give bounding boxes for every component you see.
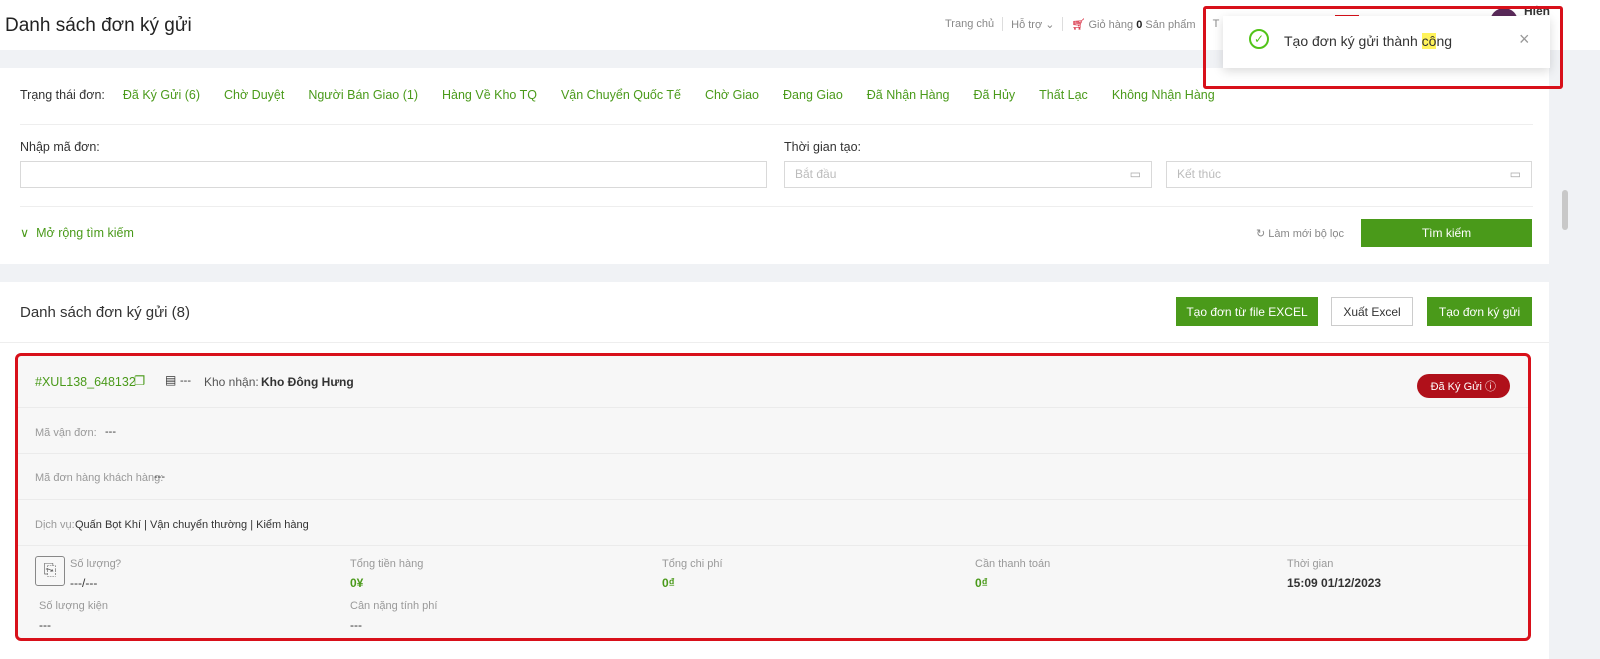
end-date-input[interactable]: Kết thúc ▭: [1166, 161, 1532, 188]
customer-code-row: Mã đơn hàng khách hàng: ---: [18, 454, 1528, 500]
chevron-down-icon: ⌄: [1045, 18, 1055, 31]
divider: [0, 342, 1549, 343]
cart-label: Giỏ hàng: [1088, 18, 1134, 31]
chevron-down-icon: ∨: [20, 226, 30, 240]
filter-panel: Trạng thái đơn: Đã Ký Gửi (6) Chờ Duyệt …: [0, 68, 1549, 264]
waybill-label: Mã vận đơn:: [35, 427, 97, 439]
packages-value: ---: [39, 618, 51, 632]
weight-label: Cân nặng tính phí: [350, 600, 438, 612]
calendar-icon: ▭: [1509, 167, 1521, 181]
order-header-row: #XUL138_648132 ❐ ▤ --- Kho nhận: Kho Đôn…: [18, 356, 1528, 408]
store-icon: ▤: [165, 373, 177, 387]
to-pay-label: Cần thanh toán: [975, 558, 1051, 570]
info-icon: ⓘ: [1485, 381, 1496, 393]
store-value: ---: [180, 375, 191, 387]
service-row: Dịch vụ: Quấn Bọt Khí | Vận chuyển thườn…: [18, 500, 1528, 546]
to-pay-value: 0₫: [975, 576, 988, 590]
time-value: 15:09 01/12/2023: [1287, 576, 1382, 590]
end-date-placeholder: Kết thúc: [1177, 167, 1222, 181]
code-label: Nhập mã đơn:: [20, 140, 100, 154]
nav-support[interactable]: Hỗ trợ ⌄: [1011, 18, 1054, 31]
time-label: Thời gian tạo:: [784, 140, 861, 154]
top-nav: Trang chủ Hỗ trợ ⌄ 🛒︎ Giỏ hàng 0 Sản phẩ…: [945, 17, 1219, 31]
create-order-button[interactable]: Tạo đơn ký gửi: [1427, 297, 1532, 326]
toast-highlight-frame: [1203, 6, 1563, 89]
tab-da-nhan-hang[interactable]: Đã Nhận Hàng: [867, 88, 950, 102]
order-card[interactable]: #XUL138_648132 ❐ ▤ --- Kho nhận: Kho Đôn…: [15, 353, 1531, 641]
order-list-panel: Danh sách đơn ký gửi (8) Tạo đơn từ file…: [0, 282, 1549, 659]
start-date-input[interactable]: Bắt đầu ▭: [784, 161, 1152, 188]
nav-support-label: Hỗ trợ: [1011, 18, 1043, 31]
tab-da-ky-gui[interactable]: Đã Ký Gửi (6): [123, 88, 200, 102]
waybill-row: Mã vận đơn: ---: [18, 408, 1528, 454]
cart-count: 0: [1136, 18, 1143, 31]
expand-search-label: Mở rộng tìm kiếm: [36, 226, 134, 240]
qty-value: ---/---: [70, 576, 98, 590]
create-from-excel-button[interactable]: Tạo đơn từ file EXCEL: [1176, 297, 1318, 326]
status-badge[interactable]: Đã Ký Gửi ⓘ: [1416, 374, 1510, 398]
calendar-icon: ▭: [1129, 167, 1141, 181]
page-title: Danh sách đơn ký gửi: [5, 15, 192, 36]
divider: [20, 206, 1533, 207]
export-excel-button[interactable]: Xuất Excel: [1331, 297, 1413, 326]
customer-code-value: ---: [154, 471, 165, 483]
total-cost-value: 0₫: [662, 576, 675, 590]
reset-filter-label: Làm mới bộ lọc: [1268, 228, 1344, 240]
status-badge-label: Đã Ký Gửi: [1430, 381, 1482, 393]
cart-unit: Sản phẩm: [1145, 18, 1196, 31]
list-title: Danh sách đơn ký gửi (8): [20, 304, 190, 321]
tab-hang-ve-kho[interactable]: Hàng Về Kho TQ: [442, 88, 537, 102]
help-icon[interactable]: ?: [115, 558, 121, 570]
total-cost-label: Tổng chi phí: [662, 558, 723, 570]
refresh-icon: ↻: [1256, 228, 1266, 240]
tab-that-lac[interactable]: Thất Lạc: [1039, 88, 1088, 102]
divider: [20, 124, 1533, 125]
start-date-placeholder: Bắt đầu: [795, 167, 837, 181]
weight-value: ---: [350, 618, 362, 632]
status-label: Trạng thái đơn:: [20, 88, 105, 102]
packages-label: Số lượng kiện: [39, 600, 109, 612]
reset-filter-button[interactable]: ↻ Làm mới bộ lọc: [1256, 227, 1344, 240]
tab-nguoi-ban-giao[interactable]: Người Bán Giao (1): [308, 88, 418, 102]
warehouse-label: Kho nhận:: [204, 375, 259, 389]
search-button[interactable]: Tìm kiếm: [1361, 219, 1532, 247]
qty-label: Số lượng: [70, 558, 116, 570]
waybill-value: ---: [105, 426, 116, 438]
tab-cho-giao[interactable]: Chờ Giao: [705, 88, 759, 102]
total-goods-value: 0¥: [350, 576, 364, 590]
nav-cart[interactable]: 🛒︎ Giỏ hàng 0 Sản phẩm: [1071, 18, 1195, 31]
order-code-input[interactable]: [20, 161, 767, 188]
tab-da-huy[interactable]: Đã Hủy: [973, 88, 1015, 102]
nav-home[interactable]: Trang chủ: [945, 18, 994, 30]
warehouse-value: Kho Đông Hưng: [261, 375, 354, 389]
service-label: Dịch vụ:: [35, 519, 75, 531]
status-tabs: Trạng thái đơn: Đã Ký Gửi (6) Chờ Duyệt …: [20, 88, 1239, 102]
service-value: Quấn Bọt Khí | Vận chuyển thường | Kiểm …: [75, 519, 309, 531]
customer-code-label: Mã đơn hàng khách hàng:: [35, 472, 164, 484]
order-code[interactable]: #XUL138_648132: [35, 375, 136, 389]
expand-search-toggle[interactable]: ∨ Mở rộng tìm kiếm: [20, 225, 134, 240]
total-goods-label: Tổng tiền hàng: [350, 558, 424, 570]
page-scrollbar[interactable]: [1562, 190, 1568, 230]
tab-khong-nhan-hang[interactable]: Không Nhận Hàng: [1112, 88, 1215, 102]
tab-van-chuyen-quoc-te[interactable]: Vận Chuyển Quốc Tế: [561, 88, 681, 102]
tab-dang-giao[interactable]: Đang Giao: [783, 88, 843, 102]
time-label: Thời gian: [1287, 558, 1334, 570]
tab-cho-duyet[interactable]: Chờ Duyệt: [224, 88, 284, 102]
hand-package-icon: ⎘: [35, 556, 65, 586]
copy-icon[interactable]: ❐: [134, 373, 145, 388]
cart-icon: 🛒︎: [1071, 18, 1086, 31]
